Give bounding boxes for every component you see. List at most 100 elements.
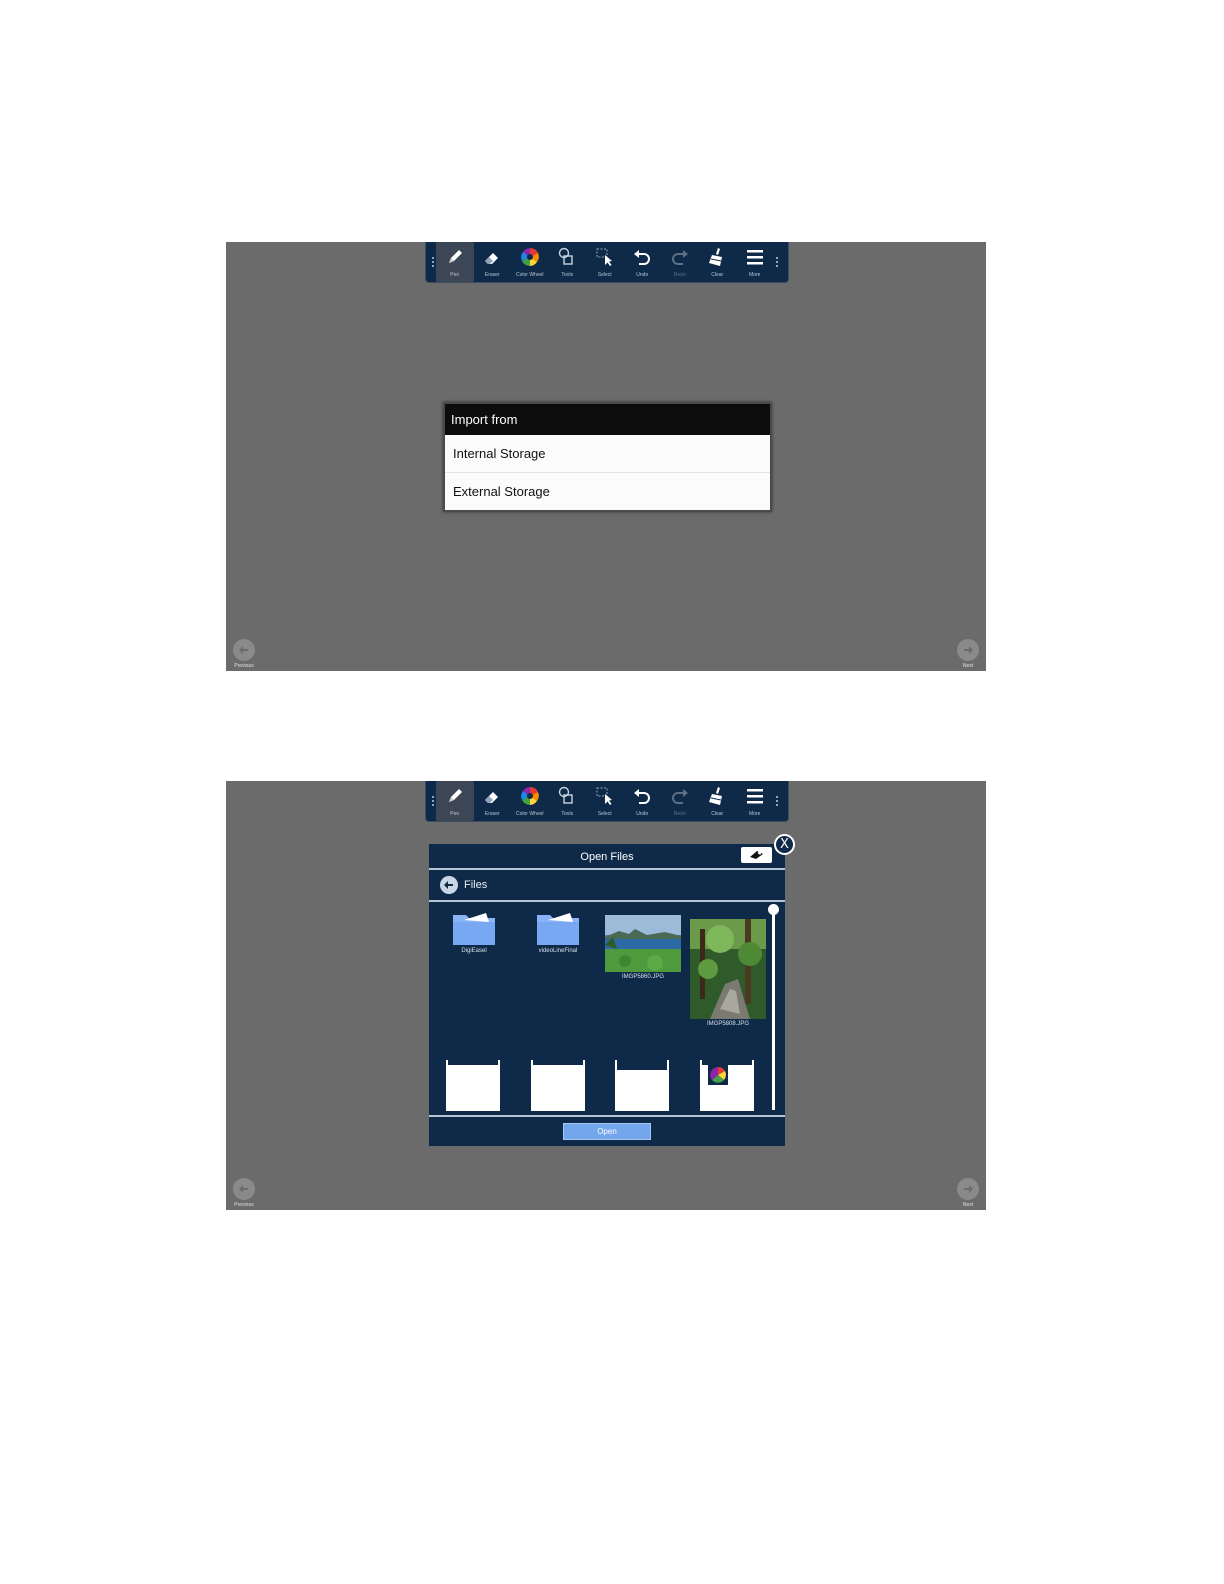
toolbar-undo-label: Undo (636, 811, 649, 817)
previous-label: Previous (234, 663, 254, 669)
toolbar-color-wheel-label: Color Wheel (515, 272, 544, 278)
toolbar-tools-button[interactable]: Tools (549, 781, 587, 821)
file-item-folder[interactable]: DigiEasel (452, 910, 496, 954)
tools-icon (559, 786, 573, 804)
previous-page-button[interactable]: Previous (233, 639, 255, 669)
file-item-folder[interactable]: videoLineFinal (536, 910, 580, 954)
path-bar: Files (429, 870, 785, 902)
toolbar-clear-button[interactable]: Clear (699, 242, 737, 282)
folder-icon (537, 913, 579, 945)
toolbar-undo-label: Undo (636, 272, 649, 278)
toolbar-eraser-label: Eraser (484, 272, 500, 278)
toolbar-clear-label: Clear (711, 272, 724, 278)
current-folder-label: Files (464, 879, 488, 891)
drawing-thumbnail (700, 1060, 754, 1111)
toolbar-color-wheel-button[interactable]: Color Wheel (511, 781, 549, 821)
toolbar-more-button[interactable]: More (736, 242, 774, 282)
toolbar-color-wheel-label: Color Wheel (515, 811, 544, 817)
toolbar-grip-right[interactable] (774, 781, 780, 821)
scrollbar-track[interactable] (772, 910, 775, 1110)
open-files-header: Open Files (429, 844, 785, 870)
lake-photo-thumbnail (605, 915, 681, 972)
toolbar-pen-label: Pen (450, 811, 460, 817)
file-item-drawing[interactable] (615, 1060, 669, 1111)
usb-storage-button[interactable] (741, 847, 772, 863)
toolbar-redo-button[interactable]: Redo (661, 242, 699, 282)
back-button[interactable] (440, 876, 458, 894)
toolbar-tools-label: Tools (561, 272, 574, 278)
toolbar-pen-button[interactable]: Pen (436, 781, 474, 821)
open-files-dialog: Open Files Files DigiEasel videoLineFina… (429, 844, 785, 1146)
toolbar-color-wheel-button[interactable]: Color Wheel (511, 242, 549, 282)
toolbar-redo-label: Redo (673, 811, 686, 817)
toolbar-eraser-label: Eraser (484, 811, 500, 817)
file-item-image[interactable]: IMGP5860.JPG (605, 915, 681, 980)
toolbar-select-button[interactable]: Select (586, 242, 624, 282)
drawing-thumbnail (531, 1060, 585, 1111)
toolbar-redo-label: Redo (673, 272, 686, 278)
toolbar-pen-label: Pen (450, 272, 460, 278)
import-from-dialog: Import from Internal Storage External St… (443, 402, 772, 512)
next-page-button[interactable]: Next (957, 1178, 979, 1208)
next-page-button[interactable]: Next (957, 639, 979, 669)
forest-photo-thumbnail (690, 919, 766, 1019)
whiteboard-screen-import: Pen Eraser Color Wheel Tools Select Undo… (226, 242, 986, 671)
select-icon (596, 787, 612, 805)
toolbar-clear-button[interactable]: Clear (699, 781, 737, 821)
file-item-drawing[interactable] (446, 1060, 500, 1111)
pen-icon (448, 250, 462, 263)
toolbar-eraser-button[interactable]: Eraser (474, 781, 512, 821)
arrow-left-icon (239, 1185, 248, 1193)
drawing-thumbnail (446, 1060, 500, 1111)
toolbar-eraser-button[interactable]: Eraser (474, 242, 512, 282)
external-storage-option[interactable]: External Storage (445, 473, 770, 511)
toolbar-more-button[interactable]: More (736, 781, 774, 821)
color-wheel-icon (520, 787, 539, 805)
eraser-icon (485, 792, 499, 803)
toolbar-more-label: More (749, 811, 761, 817)
toolbar-select-button[interactable]: Select (586, 781, 624, 821)
open-files-footer: Open (429, 1115, 785, 1146)
toolbar-grip-right[interactable] (774, 242, 780, 282)
internal-storage-option[interactable]: Internal Storage (445, 435, 770, 473)
toolbar-undo-button[interactable]: Undo (624, 242, 662, 282)
previous-label: Previous (234, 1202, 254, 1208)
file-name: videoLineFinal (538, 948, 578, 954)
color-wheel-icon (708, 1065, 728, 1085)
scrollbar-thumb[interactable] (768, 904, 779, 915)
toolbar-redo-button[interactable]: Redo (661, 781, 699, 821)
toolbar-tools-button[interactable]: Tools (549, 242, 587, 282)
next-label: Next (962, 663, 974, 669)
color-wheel-icon (520, 248, 539, 266)
toolbar-pen-button[interactable]: Pen (436, 242, 474, 282)
toolbar-undo-button[interactable]: Undo (624, 781, 662, 821)
clear-icon (709, 787, 723, 805)
file-item-drawing[interactable] (700, 1060, 754, 1111)
menu-icon (746, 789, 763, 804)
redo-icon (671, 789, 688, 804)
toolbar: Pen Eraser Color Wheel Tools Select Undo… (425, 781, 789, 822)
file-name: IMGP5860.JPG (621, 974, 665, 980)
tools-icon (559, 247, 573, 265)
usb-drive-icon (749, 851, 763, 859)
file-item-image[interactable]: IMGP5808.JPG (690, 919, 766, 1027)
close-dialog-button[interactable]: X (774, 834, 795, 855)
arrow-left-icon (239, 646, 248, 654)
arrow-right-icon (964, 1185, 973, 1193)
toolbar-clear-label: Clear (711, 811, 724, 817)
file-name: DigiEasel (461, 948, 487, 954)
import-dialog-title: Import from (445, 404, 770, 435)
toolbar-select-label: Select (597, 272, 612, 278)
open-button[interactable]: Open (563, 1123, 651, 1140)
next-label: Next (962, 1202, 974, 1208)
drawing-thumbnail (615, 1060, 669, 1111)
undo-icon (634, 789, 651, 804)
previous-page-button[interactable]: Previous (233, 1178, 255, 1208)
whiteboard-screen-open-files: Pen Eraser Color Wheel Tools Select Undo… (226, 781, 986, 1210)
undo-icon (634, 250, 651, 265)
redo-icon (671, 250, 688, 265)
menu-icon (746, 250, 763, 265)
file-item-drawing[interactable] (531, 1060, 585, 1111)
clear-icon (709, 248, 723, 266)
pen-icon (448, 789, 462, 802)
